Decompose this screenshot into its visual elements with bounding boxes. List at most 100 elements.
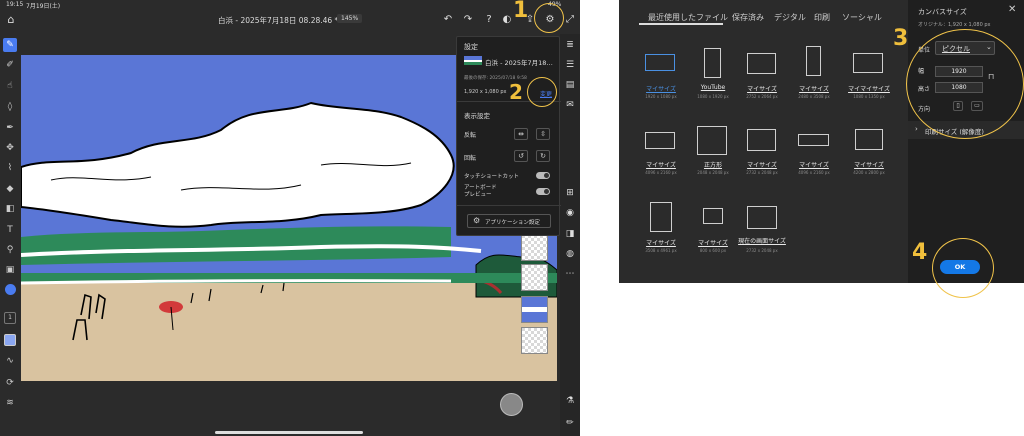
- text-icon[interactable]: T: [3, 223, 17, 237]
- rotate-left-button[interactable]: ↺: [514, 150, 528, 162]
- preset-item[interactable]: マイサイズ 2752 x 2064 px: [740, 50, 784, 102]
- preset-shape: [697, 126, 727, 155]
- file-name: 白浜 - 2025年7月18…: [485, 59, 553, 67]
- preset-name: マイサイズ: [799, 162, 829, 169]
- annotation-number: 1: [513, 0, 529, 23]
- visibility-icon[interactable]: ◉: [563, 206, 577, 220]
- app-settings-button[interactable]: ⚙ アプリケーション設定: [467, 214, 551, 228]
- preset-shape: [650, 202, 672, 232]
- preset-size: 2752 x 2064 px: [746, 94, 778, 99]
- preset-item[interactable]: マイサイズ 1920 x 1080 px: [639, 50, 683, 102]
- undo-icon[interactable]: ↶: [441, 13, 455, 27]
- image-icon[interactable]: ▣: [3, 263, 17, 277]
- preset-item[interactable]: YouTube 1080 x 1920 px: [691, 46, 735, 102]
- preset-item[interactable]: 現在の画面サイズ 2732 x 2048 px: [737, 200, 787, 260]
- pen-icon[interactable]: ✏: [563, 416, 577, 430]
- touch-shortcut-toggle[interactable]: [536, 172, 550, 179]
- rotate-label: 回転: [464, 155, 477, 162]
- home-indicator: [215, 431, 363, 434]
- comment-icon[interactable]: ✉: [563, 98, 577, 112]
- pixel-brush-icon[interactable]: ✐: [3, 58, 17, 72]
- flip-horizontal-button[interactable]: ⇹: [514, 128, 528, 140]
- eyedropper-icon[interactable]: ⚲: [3, 243, 17, 257]
- preset-name: マイサイズ: [854, 162, 884, 169]
- tab-recent[interactable]: 最近使用したファイル: [648, 12, 728, 23]
- home-icon[interactable]: ⌂: [4, 13, 18, 27]
- stroke-icon[interactable]: ∿: [3, 354, 17, 368]
- move-icon[interactable]: ✥: [3, 141, 17, 155]
- active-color-icon[interactable]: [4, 334, 16, 346]
- preset-size: 2732 x 2048 px: [746, 248, 778, 253]
- preset-item[interactable]: マイマイサイズ 1080 x 1350 px: [844, 50, 894, 102]
- annotation-circle: [906, 29, 1024, 139]
- preset-item[interactable]: 正方形 2048 x 2048 px: [691, 124, 735, 180]
- preset-shape: [747, 129, 776, 151]
- vector-brush-icon[interactable]: ✒: [3, 121, 17, 135]
- redo-icon[interactable]: ↷: [461, 13, 475, 27]
- preset-size: 1080 x 1920 px: [697, 94, 729, 99]
- shape-icon[interactable]: ◧: [3, 202, 17, 216]
- tab-saved[interactable]: 保存済み: [732, 12, 764, 23]
- brush-tool-icon[interactable]: ✎: [3, 38, 17, 52]
- preset-name: YouTube: [700, 84, 726, 91]
- preset-item[interactable]: マイサイズ 3508 x 4961 px: [639, 200, 683, 260]
- tab-social[interactable]: ソーシャル: [842, 12, 882, 23]
- lasso-icon[interactable]: ⌇: [3, 161, 17, 175]
- expand-icon[interactable]: ⤢: [563, 13, 577, 27]
- properties-icon[interactable]: ☰: [563, 58, 577, 72]
- preset-item[interactable]: マイサイズ 800 x 600 px: [691, 200, 735, 260]
- preset-item[interactable]: マイサイズ 4096 x 2160 px: [639, 124, 683, 180]
- liquify-icon[interactable]: ⟳: [3, 376, 17, 390]
- color-swatch-icon[interactable]: [5, 284, 16, 295]
- share-user-icon[interactable]: ◐: [500, 13, 514, 27]
- app-settings-label: アプリケーション設定: [485, 220, 540, 226]
- layers-icon[interactable]: ≣: [563, 38, 577, 52]
- preset-shape: [747, 206, 777, 229]
- mask-icon[interactable]: ◨: [563, 227, 577, 241]
- annotation-number: 2: [509, 80, 523, 104]
- layer-thumbnail[interactable]: [521, 327, 548, 354]
- preset-name: マイサイズ: [799, 86, 829, 93]
- tool-bar: ✎ ✐ ☝ ◊ ✒ ✥ ⌇ ◆ ◧ T ⚲ ▣ 1 ∿ ⟳ ≋: [0, 34, 20, 436]
- zoom-level[interactable]: 145%: [337, 14, 363, 23]
- preset-name: マイサイズ: [747, 86, 777, 93]
- brush-size-icon[interactable]: 1: [4, 312, 16, 324]
- library-icon[interactable]: ▤: [563, 78, 577, 92]
- paint-bucket-icon[interactable]: ⚗: [563, 394, 577, 408]
- flip-label: 反転: [464, 132, 477, 139]
- preset-shape: [645, 132, 675, 149]
- preset-item[interactable]: マイサイズ 2480 x 3508 px: [792, 46, 836, 102]
- tab-digital[interactable]: デジタル: [774, 12, 806, 23]
- preset-size: 2732 x 2048 px: [746, 170, 778, 175]
- rotate-right-button[interactable]: ↻: [536, 150, 550, 162]
- layer-thumbnail[interactable]: [521, 296, 548, 323]
- layer-thumbnail[interactable]: [521, 264, 548, 291]
- preset-shape: [645, 54, 675, 71]
- more-icon[interactable]: ⋯: [563, 267, 577, 281]
- blend-icon[interactable]: ◍: [563, 247, 577, 261]
- preset-size: 4096 x 2160 px: [798, 170, 830, 175]
- add-layer-icon[interactable]: ⊞: [563, 186, 577, 200]
- fill-icon[interactable]: ◆: [3, 182, 17, 196]
- artboard-preview-toggle[interactable]: [536, 188, 550, 195]
- preset-size: 1920 x 1080 px: [645, 94, 677, 99]
- brush-preview[interactable]: [500, 393, 523, 416]
- adjust-icon[interactable]: ≋: [3, 396, 17, 410]
- flip-vertical-button[interactable]: ⇳: [536, 128, 550, 140]
- artboard-preview-label: アートボード プレビュー: [464, 185, 497, 198]
- document-title[interactable]: 白浜 - 2025年7月18日 08.28.46 *: [218, 15, 338, 26]
- layer-thumbnail[interactable]: [521, 234, 548, 261]
- top-bar: ⌂ 白浜 - 2025年7月18日 08.28.46 * 145% ↶ ↷ ? …: [0, 10, 580, 32]
- display-settings-heading: 表示設定: [464, 112, 490, 120]
- canvas-dimensions: 1,920 x 1,080 px: [464, 89, 507, 95]
- preset-size: 1080 x 1350 px: [853, 94, 885, 99]
- eraser-icon[interactable]: ◊: [3, 100, 17, 114]
- close-icon[interactable]: ✕: [1008, 4, 1016, 15]
- help-icon[interactable]: ?: [482, 13, 496, 27]
- tab-print[interactable]: 印刷: [814, 12, 830, 23]
- preset-item[interactable]: マイサイズ 4200 x 2800 px: [844, 124, 894, 180]
- preset-item[interactable]: マイサイズ 4096 x 2160 px: [792, 124, 836, 180]
- preset-item[interactable]: マイサイズ 2732 x 2048 px: [740, 124, 784, 180]
- annotation-circle: [932, 238, 994, 298]
- smudge-icon[interactable]: ☝: [3, 79, 17, 93]
